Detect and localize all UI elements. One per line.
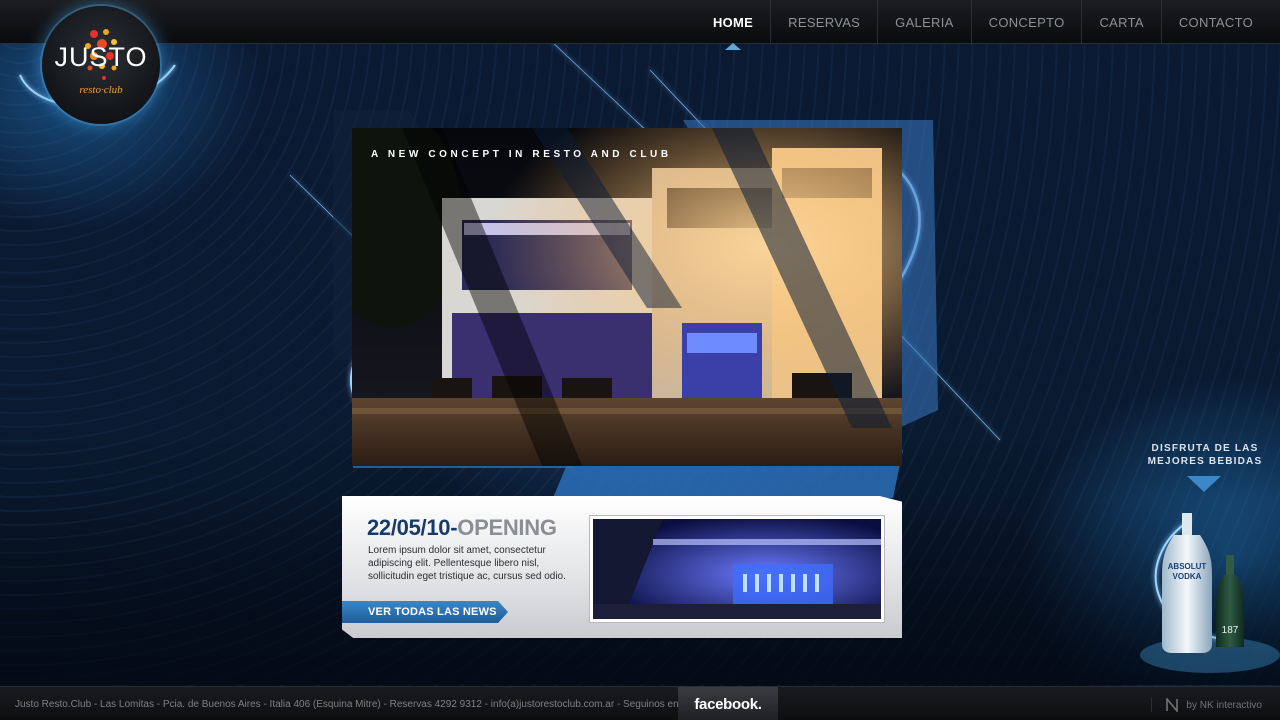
news-panel: 22/05/10-OPENING Lorem ipsum dolor sit a…: [342, 488, 906, 640]
drinks-promo-line-2: MEJORES BEBIDAS: [1147, 456, 1263, 467]
news-date: 22/05/10-: [367, 515, 458, 540]
champagne-bottle-icon: 187: [1216, 555, 1244, 647]
restaurant-building-image: [352, 128, 902, 466]
bottle-label-absolut: ABSOLUT: [1168, 562, 1207, 571]
credit-text: by NK interactivo: [1186, 699, 1262, 711]
nav-item-contacto[interactable]: CONTACTO: [1160, 0, 1270, 44]
site-logo[interactable]: JUSTO resto·club: [42, 6, 160, 124]
bottle-label-187: 187: [1222, 625, 1239, 636]
logo-subtitle: resto·club: [79, 84, 123, 96]
facebook-link[interactable]: facebook.: [678, 687, 778, 720]
news-thumbnail[interactable]: [590, 516, 884, 622]
top-navigation-bar: HOME RESERVAS GALERIA CONCEPTO CARTA CON…: [0, 0, 1280, 50]
arrow-down-icon: [1187, 476, 1221, 492]
nav-item-concepto[interactable]: CONCEPTO: [970, 0, 1082, 44]
news-title: 22/05/10-OPENING: [367, 515, 557, 541]
drinks-promo-title: DISFRUTA DE LAS MEJORES BEBIDAS: [1140, 442, 1270, 468]
nav-item-label: CARTA: [1099, 14, 1144, 30]
nav-item-label: HOME: [712, 14, 754, 30]
nav-item-label: CONTACTO: [1178, 14, 1253, 30]
footer-address: Justo Resto.Club - Las Lomitas - Pcia. d…: [15, 699, 679, 710]
vodka-bottle-icon: ABSOLUT VODKA: [1162, 513, 1212, 653]
news-headline: OPENING: [457, 515, 557, 540]
nav-item-label: CONCEPTO: [988, 14, 1065, 30]
nav-item-reservas[interactable]: RESERVAS: [770, 0, 877, 44]
nav-item-label: RESERVAS: [788, 14, 861, 30]
nav-item-carta[interactable]: CARTA: [1081, 0, 1160, 44]
club-interior-image: [593, 519, 881, 619]
nav-item-label: GALERIA: [895, 14, 954, 30]
drinks-bottles[interactable]: ABSOLUT VODKA 187: [1140, 505, 1280, 685]
hero-tagline: A NEW CONCEPT IN RESTO AND CLUB: [371, 149, 672, 160]
active-indicator-icon: [725, 43, 742, 50]
news-body-text: Lorem ipsum dolor sit amet, consectetur …: [368, 545, 566, 582]
hero-photo: [352, 128, 902, 466]
main-nav: HOME RESERVAS GALERIA CONCEPTO CARTA CON…: [696, 0, 1270, 50]
logo-wordmark: JUSTO: [54, 42, 148, 72]
view-all-news-button[interactable]: VER TODAS LAS NEWS: [342, 601, 508, 623]
nav-item-home[interactable]: HOME: [696, 0, 770, 50]
drinks-promo-line-1: DISFRUTA DE LAS: [1151, 443, 1259, 454]
nk-logo-icon: [1166, 698, 1179, 712]
footer: Justo Resto.Club - Las Lomitas - Pcia. d…: [0, 686, 1280, 720]
designer-credit[interactable]: by NK interactivo: [1151, 698, 1262, 712]
bottle-label-vodka: VODKA: [1173, 572, 1202, 581]
nav-item-galeria[interactable]: GALERIA: [877, 0, 970, 44]
